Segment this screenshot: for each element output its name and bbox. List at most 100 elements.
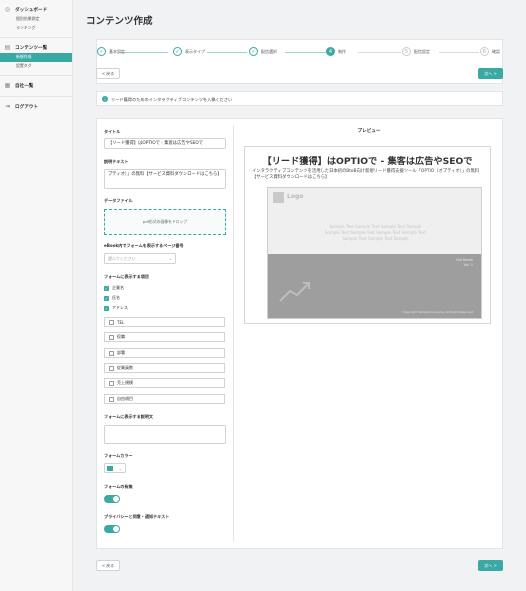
fields-label: フォームに表示する項目	[104, 274, 149, 279]
form-description-textarea[interactable]	[104, 425, 226, 444]
preview-heading: 【リード獲得】はOPTIOで - 集客は広告やSEOで	[262, 156, 473, 167]
sidebar-item-effect-measurement[interactable]: 個別効果測定	[0, 15, 72, 24]
check-icon: ✓	[97, 47, 106, 56]
check-icon: ✓	[249, 47, 258, 56]
sidebar-item-new[interactable]: 新規作成	[0, 53, 72, 62]
step-delivery-settings: 5 配信設定	[402, 47, 430, 56]
field-tel-option[interactable]: TEL	[104, 317, 225, 327]
toggle-knob	[113, 526, 119, 532]
step-confirm: 6 確認	[480, 47, 500, 56]
description-label: 説明テキスト	[104, 159, 129, 164]
field-label: アドレス	[112, 305, 128, 310]
checkbox-checked-icon: ✓	[104, 295, 109, 301]
sidebar-item-tags[interactable]: 設置タグ	[0, 62, 72, 71]
content-form-card: タイトル 【リード獲得】はOPTIOで - 集客は広告やSEOで 説明テキスト …	[96, 118, 503, 549]
form-divider	[233, 125, 234, 542]
step-label: 制作	[338, 48, 346, 54]
step-number: 4	[326, 47, 335, 56]
step-label: 配信選択	[261, 48, 277, 54]
field-address-checkbox[interactable]: ✓ アドレス	[104, 305, 128, 311]
preview-panel: 【リード獲得】はOPTIOで - 集客は広告やSEOで インタラクティブコンテン…	[244, 146, 491, 324]
preview-label: プレビュー	[357, 129, 381, 134]
field-label: 役職	[117, 334, 125, 339]
dashboard-icon: ◎	[4, 6, 11, 13]
sidebar-group-logout: ⇥ ログアウト	[0, 97, 72, 112]
logout-icon: ⇥	[4, 103, 11, 110]
sidebar-item-content-list[interactable]: ▤ コンテンツ一覧	[0, 42, 72, 53]
field-label: 部署	[117, 350, 125, 355]
sidebar: ◎ ダッシュボード 個別効果測定 ランキング ▤ コンテンツ一覧 新規作成 設置…	[0, 0, 73, 591]
field-label: 従業員数	[117, 365, 133, 370]
stepper-card: ✓ 基本設定 ✓ 表示タイプ ✓ 配信選択 4 制作 5 配信設定 6 確認	[96, 39, 503, 84]
step-connector	[285, 51, 327, 53]
logo-text: Logo	[287, 193, 304, 200]
logo-placeholder	[273, 192, 284, 203]
form-description-label: フォームに表示する説明文	[104, 414, 154, 419]
cover-meta-vol: Vol. 1	[463, 262, 473, 267]
sidebar-item-dashboard[interactable]: ◎ ダッシュボード	[0, 4, 72, 15]
toggle-knob	[113, 496, 119, 502]
back-button[interactable]: < 戻る	[96, 68, 120, 79]
description-textarea[interactable]: プティオ）」の無料【サービス資料ダウンロードはこちら】	[104, 169, 226, 189]
company-icon: ▦	[4, 82, 11, 89]
step-label: 確認	[492, 48, 500, 54]
step-label: 表示タイプ	[185, 48, 205, 54]
step-connector	[120, 51, 168, 53]
step-number: 6	[480, 47, 489, 56]
sidebar-item-company-list[interactable]: ▦ 自社一覧	[0, 80, 72, 91]
privacy-toggle[interactable]	[104, 525, 120, 533]
file-dropzone[interactable]: pdf形式の画像をドロップ	[104, 209, 226, 235]
chart-graphic-icon	[279, 282, 310, 302]
checkbox-checked-icon: ✓	[104, 305, 109, 311]
page-number-select[interactable]: 選んでください ⌄	[104, 253, 176, 264]
form-color-label: フォームカラー	[104, 453, 133, 458]
checkbox-icon	[109, 334, 114, 340]
sidebar-group-company: ▦ 自社一覧	[0, 76, 72, 91]
info-banner: i リード獲得のためのインタラクティブコンテンツを入稿ください	[96, 91, 503, 106]
step-connector	[207, 51, 247, 53]
field-label: TEL	[117, 319, 125, 325]
sidebar-group-dashboard: ◎ ダッシュボード 個別効果測定 ランキング	[0, 0, 72, 32]
field-name-checkbox[interactable]: ✓ 氏名	[104, 295, 120, 301]
field-department-option[interactable]: 部署	[104, 348, 225, 358]
checkbox-checked-icon: ✓	[104, 285, 109, 291]
step-delivery-select: ✓ 配信選択	[249, 47, 277, 56]
data-file-label: データファイル	[104, 198, 133, 203]
step-connector	[358, 51, 401, 53]
next-button[interactable]: 次へ >	[478, 68, 503, 79]
field-employees-option[interactable]: 従業員数	[104, 363, 225, 373]
color-swatch	[107, 466, 113, 471]
content-list-icon: ▤	[4, 44, 11, 51]
title-input[interactable]: 【リード獲得】はOPTIOで - 集客は広告やSEOで	[104, 138, 226, 149]
form-color-picker[interactable]: ⌄	[104, 463, 126, 473]
field-revenue-option[interactable]: 売上規模	[104, 378, 225, 388]
sidebar-item-ranking[interactable]: ランキング	[0, 24, 72, 33]
cover-meta-title: the Name	[456, 258, 473, 262]
step-number: 5	[402, 47, 411, 56]
sidebar-item-label: コンテンツ一覧	[15, 45, 48, 51]
info-icon: i	[102, 96, 108, 102]
field-label: 氏名	[112, 295, 120, 300]
sample-text: Sample Text Sample Text Sample	[342, 236, 409, 241]
next-button-bottom[interactable]: 次へ >	[478, 560, 503, 571]
back-button-bottom[interactable]: < 戻る	[96, 560, 120, 571]
page-title: コンテンツ作成	[86, 16, 153, 27]
field-label: 売上規模	[117, 380, 133, 385]
field-company-checkbox[interactable]: ✓ 企業名	[104, 285, 124, 291]
preview-description: インタラクティブコンテンツを活用した日本初のBtoB向け新規リード獲得支援ツール…	[252, 169, 480, 180]
preview-cover-image: Logo Sample Text Sample Text Sample Text…	[267, 187, 482, 319]
field-position-option[interactable]: 役職	[104, 332, 225, 342]
chevron-down-icon: ⌄	[168, 256, 172, 261]
step-display-type: ✓ 表示タイプ	[173, 47, 205, 56]
page-number-placeholder: 選んでください	[108, 255, 136, 261]
field-free-option[interactable]: 自由項目	[104, 394, 225, 404]
checkbox-icon	[109, 350, 114, 356]
sidebar-group-content: ▤ コンテンツ一覧 新規作成 設置タグ	[0, 38, 72, 70]
privacy-label: プライバシーと同意・通知テキスト	[104, 514, 170, 519]
info-text: リード獲得のためのインタラクティブコンテンツを入稿ください	[111, 96, 233, 102]
chevron-down-icon: ⌄	[118, 465, 122, 471]
step-label: 基本設定	[109, 48, 125, 54]
sidebar-item-label: ダッシュボード	[15, 7, 48, 13]
sidebar-item-logout[interactable]: ⇥ ログアウト	[0, 101, 72, 112]
form-required-toggle[interactable]	[104, 495, 120, 503]
